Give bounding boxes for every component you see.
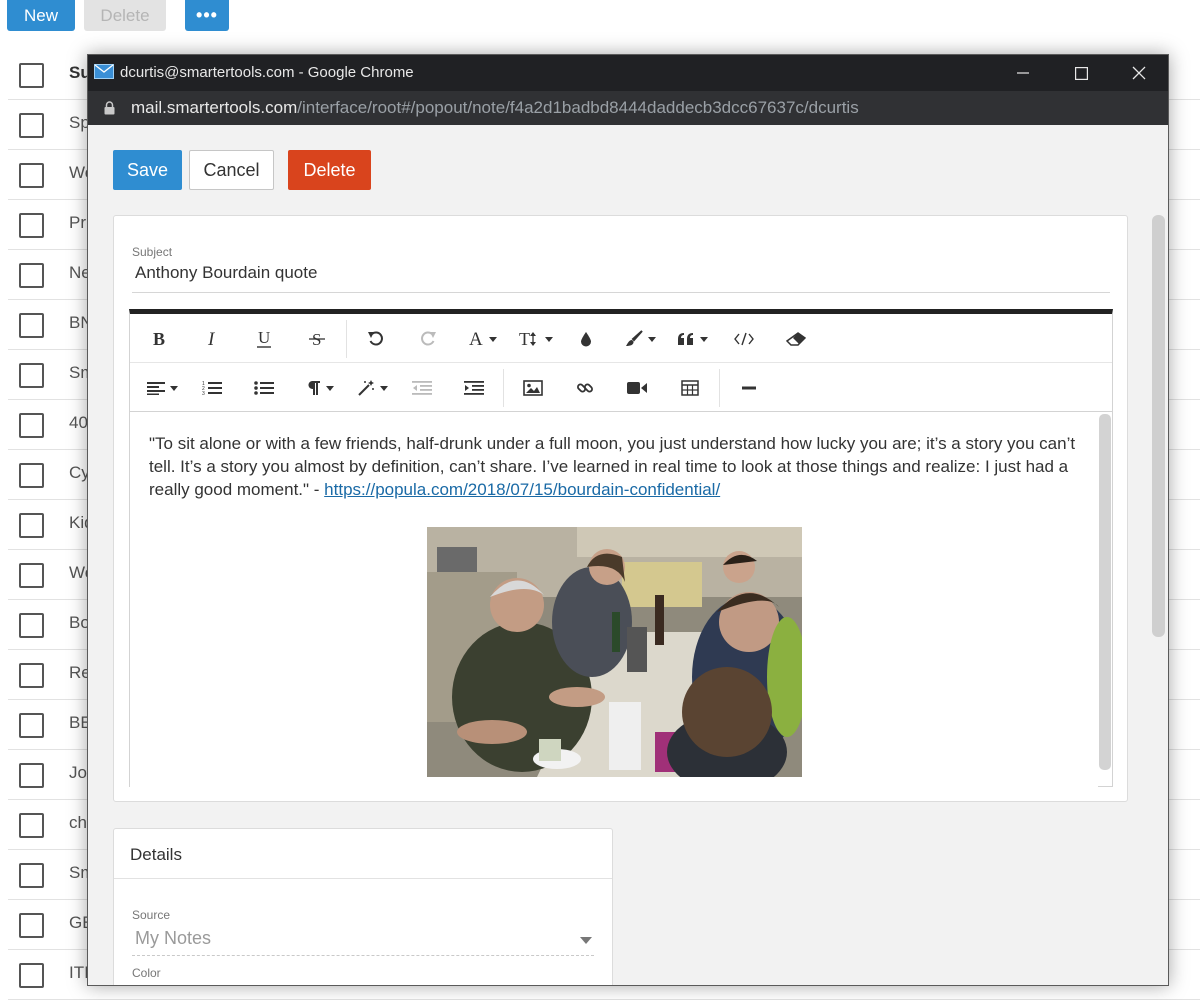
new-button[interactable]: New xyxy=(7,0,75,31)
row-checkbox[interactable] xyxy=(19,163,44,188)
editor-body[interactable]: "To sit alone or with a few friends, hal… xyxy=(130,412,1098,788)
svg-text:I: I xyxy=(207,330,216,348)
row-checkbox[interactable] xyxy=(19,913,44,938)
editor-scrollbar[interactable] xyxy=(1099,414,1111,770)
details-divider xyxy=(114,878,612,879)
paint-brush-icon[interactable] xyxy=(619,324,661,354)
link-icon[interactable] xyxy=(570,373,600,403)
row-checkbox[interactable] xyxy=(19,713,44,738)
list-item-subject: 40 xyxy=(69,413,88,432)
toolbar-separator xyxy=(503,369,504,407)
list-item-subject: ch xyxy=(69,813,87,832)
row-checkbox[interactable] xyxy=(19,463,44,488)
source-underline xyxy=(132,955,594,956)
list-item-subject: ITI xyxy=(69,963,89,982)
row-checkbox[interactable] xyxy=(19,613,44,638)
note-popup-window: dcurtis@smartertools.com - Google Chrome… xyxy=(87,54,1169,986)
indent-icon[interactable] xyxy=(459,373,489,403)
url-host: mail.smartertools.com xyxy=(131,98,298,117)
editor-toolbar-row-1: B I U S A T xyxy=(130,314,1112,363)
font-color-icon[interactable]: A xyxy=(462,324,502,354)
fill-color-icon[interactable] xyxy=(571,324,601,354)
address-bar[interactable]: mail.smartertools.com/interface/root#/po… xyxy=(88,91,1168,125)
lock-icon xyxy=(104,101,115,115)
window-titlebar[interactable]: dcurtis@smartertools.com - Google Chrome xyxy=(88,55,1168,91)
save-button[interactable]: Save xyxy=(113,150,182,190)
maximize-icon[interactable] xyxy=(1052,55,1110,91)
dinner-photo[interactable] xyxy=(427,527,802,777)
more-options-button[interactable]: ••• xyxy=(185,0,229,31)
note-editor-page: Save Cancel Delete Subject Anthony Bourd… xyxy=(88,125,1168,985)
code-view-icon[interactable] xyxy=(729,324,759,354)
subject-input[interactable]: Anthony Bourdain quote xyxy=(135,263,317,283)
delete-button[interactable]: Delete xyxy=(288,150,371,190)
svg-text:B: B xyxy=(153,330,165,348)
select-all-checkbox[interactable] xyxy=(19,63,44,88)
background-toolbar: New Delete ••• xyxy=(0,0,1200,36)
chevron-down-icon[interactable] xyxy=(580,937,592,944)
details-panel: Details Source My Notes Color xyxy=(113,828,613,985)
row-checkbox[interactable] xyxy=(19,213,44,238)
editor-toolbar-row-2: 123 xyxy=(130,363,1112,412)
row-checkbox[interactable] xyxy=(19,563,44,588)
row-checkbox[interactable] xyxy=(19,763,44,788)
video-icon[interactable] xyxy=(622,373,652,403)
italic-icon[interactable]: I xyxy=(197,324,227,354)
details-title: Details xyxy=(130,845,182,864)
page-scrollbar[interactable] xyxy=(1152,215,1165,637)
note-card: Subject Anthony Bourdain quote B I U S A… xyxy=(113,215,1128,802)
list-item-subject: Pr xyxy=(69,213,86,232)
align-icon[interactable] xyxy=(141,373,183,403)
table-icon[interactable] xyxy=(675,373,705,403)
row-checkbox[interactable] xyxy=(19,313,44,338)
subject-label: Subject xyxy=(132,245,173,259)
row-checkbox[interactable] xyxy=(19,113,44,138)
row-checkbox[interactable] xyxy=(19,663,44,688)
eraser-icon[interactable] xyxy=(781,324,811,354)
row-checkbox[interactable] xyxy=(19,813,44,838)
rich-text-editor: B I U S A T 1 2 3 "To sit alone or with … xyxy=(129,309,1113,788)
row-checkbox[interactable] xyxy=(19,413,44,438)
list-item-subject: Jo xyxy=(69,763,87,782)
magic-wand-icon[interactable] xyxy=(352,373,392,403)
source-link[interactable]: https://popula.com/2018/07/15/bourdain-c… xyxy=(324,480,720,499)
toolbar-separator xyxy=(346,320,347,358)
bold-icon[interactable]: B xyxy=(144,324,174,354)
url-path: /interface/root#/popout/note/f4a2d1badbd… xyxy=(297,98,859,117)
quote-icon[interactable] xyxy=(671,324,713,354)
font-size-icon[interactable]: T xyxy=(514,324,556,354)
url-text[interactable]: mail.smartertools.com/interface/root#/po… xyxy=(131,98,859,118)
row-checkbox[interactable] xyxy=(19,963,44,988)
svg-text:A: A xyxy=(469,330,483,348)
image-icon[interactable] xyxy=(518,373,548,403)
strikethrough-icon[interactable]: S xyxy=(302,324,332,354)
close-icon[interactable] xyxy=(1110,55,1168,91)
horizontal-rule-icon[interactable] xyxy=(734,373,764,403)
row-checkbox[interactable] xyxy=(19,263,44,288)
ordered-list-icon[interactable]: 123 xyxy=(197,373,227,403)
window-title: dcurtis@smartertools.com - Google Chrome xyxy=(120,64,414,81)
row-checkbox[interactable] xyxy=(19,513,44,538)
undo-icon[interactable] xyxy=(361,324,391,354)
outdent-icon[interactable] xyxy=(407,373,437,403)
row-checkbox[interactable] xyxy=(19,363,44,388)
row-checkbox[interactable] xyxy=(19,863,44,888)
paragraph-icon[interactable] xyxy=(300,373,340,403)
svg-text:3: 3 xyxy=(202,391,205,396)
unordered-list-icon[interactable] xyxy=(249,373,279,403)
minimize-icon[interactable] xyxy=(994,55,1052,91)
source-select[interactable]: My Notes xyxy=(135,928,211,949)
delete-button-disabled: Delete xyxy=(84,0,166,31)
underline-icon[interactable]: U xyxy=(249,324,279,354)
redo-icon[interactable] xyxy=(413,324,443,354)
svg-text:T: T xyxy=(519,330,530,348)
svg-text:U: U xyxy=(258,329,270,347)
color-label: Color xyxy=(132,966,161,980)
subject-underline xyxy=(132,292,1110,293)
note-body-text: "To sit alone or with a few friends, hal… xyxy=(149,432,1079,501)
source-label: Source xyxy=(132,908,171,922)
toolbar-separator xyxy=(719,369,720,407)
cancel-button[interactable]: Cancel xyxy=(189,150,274,190)
mail-icon xyxy=(94,64,114,79)
